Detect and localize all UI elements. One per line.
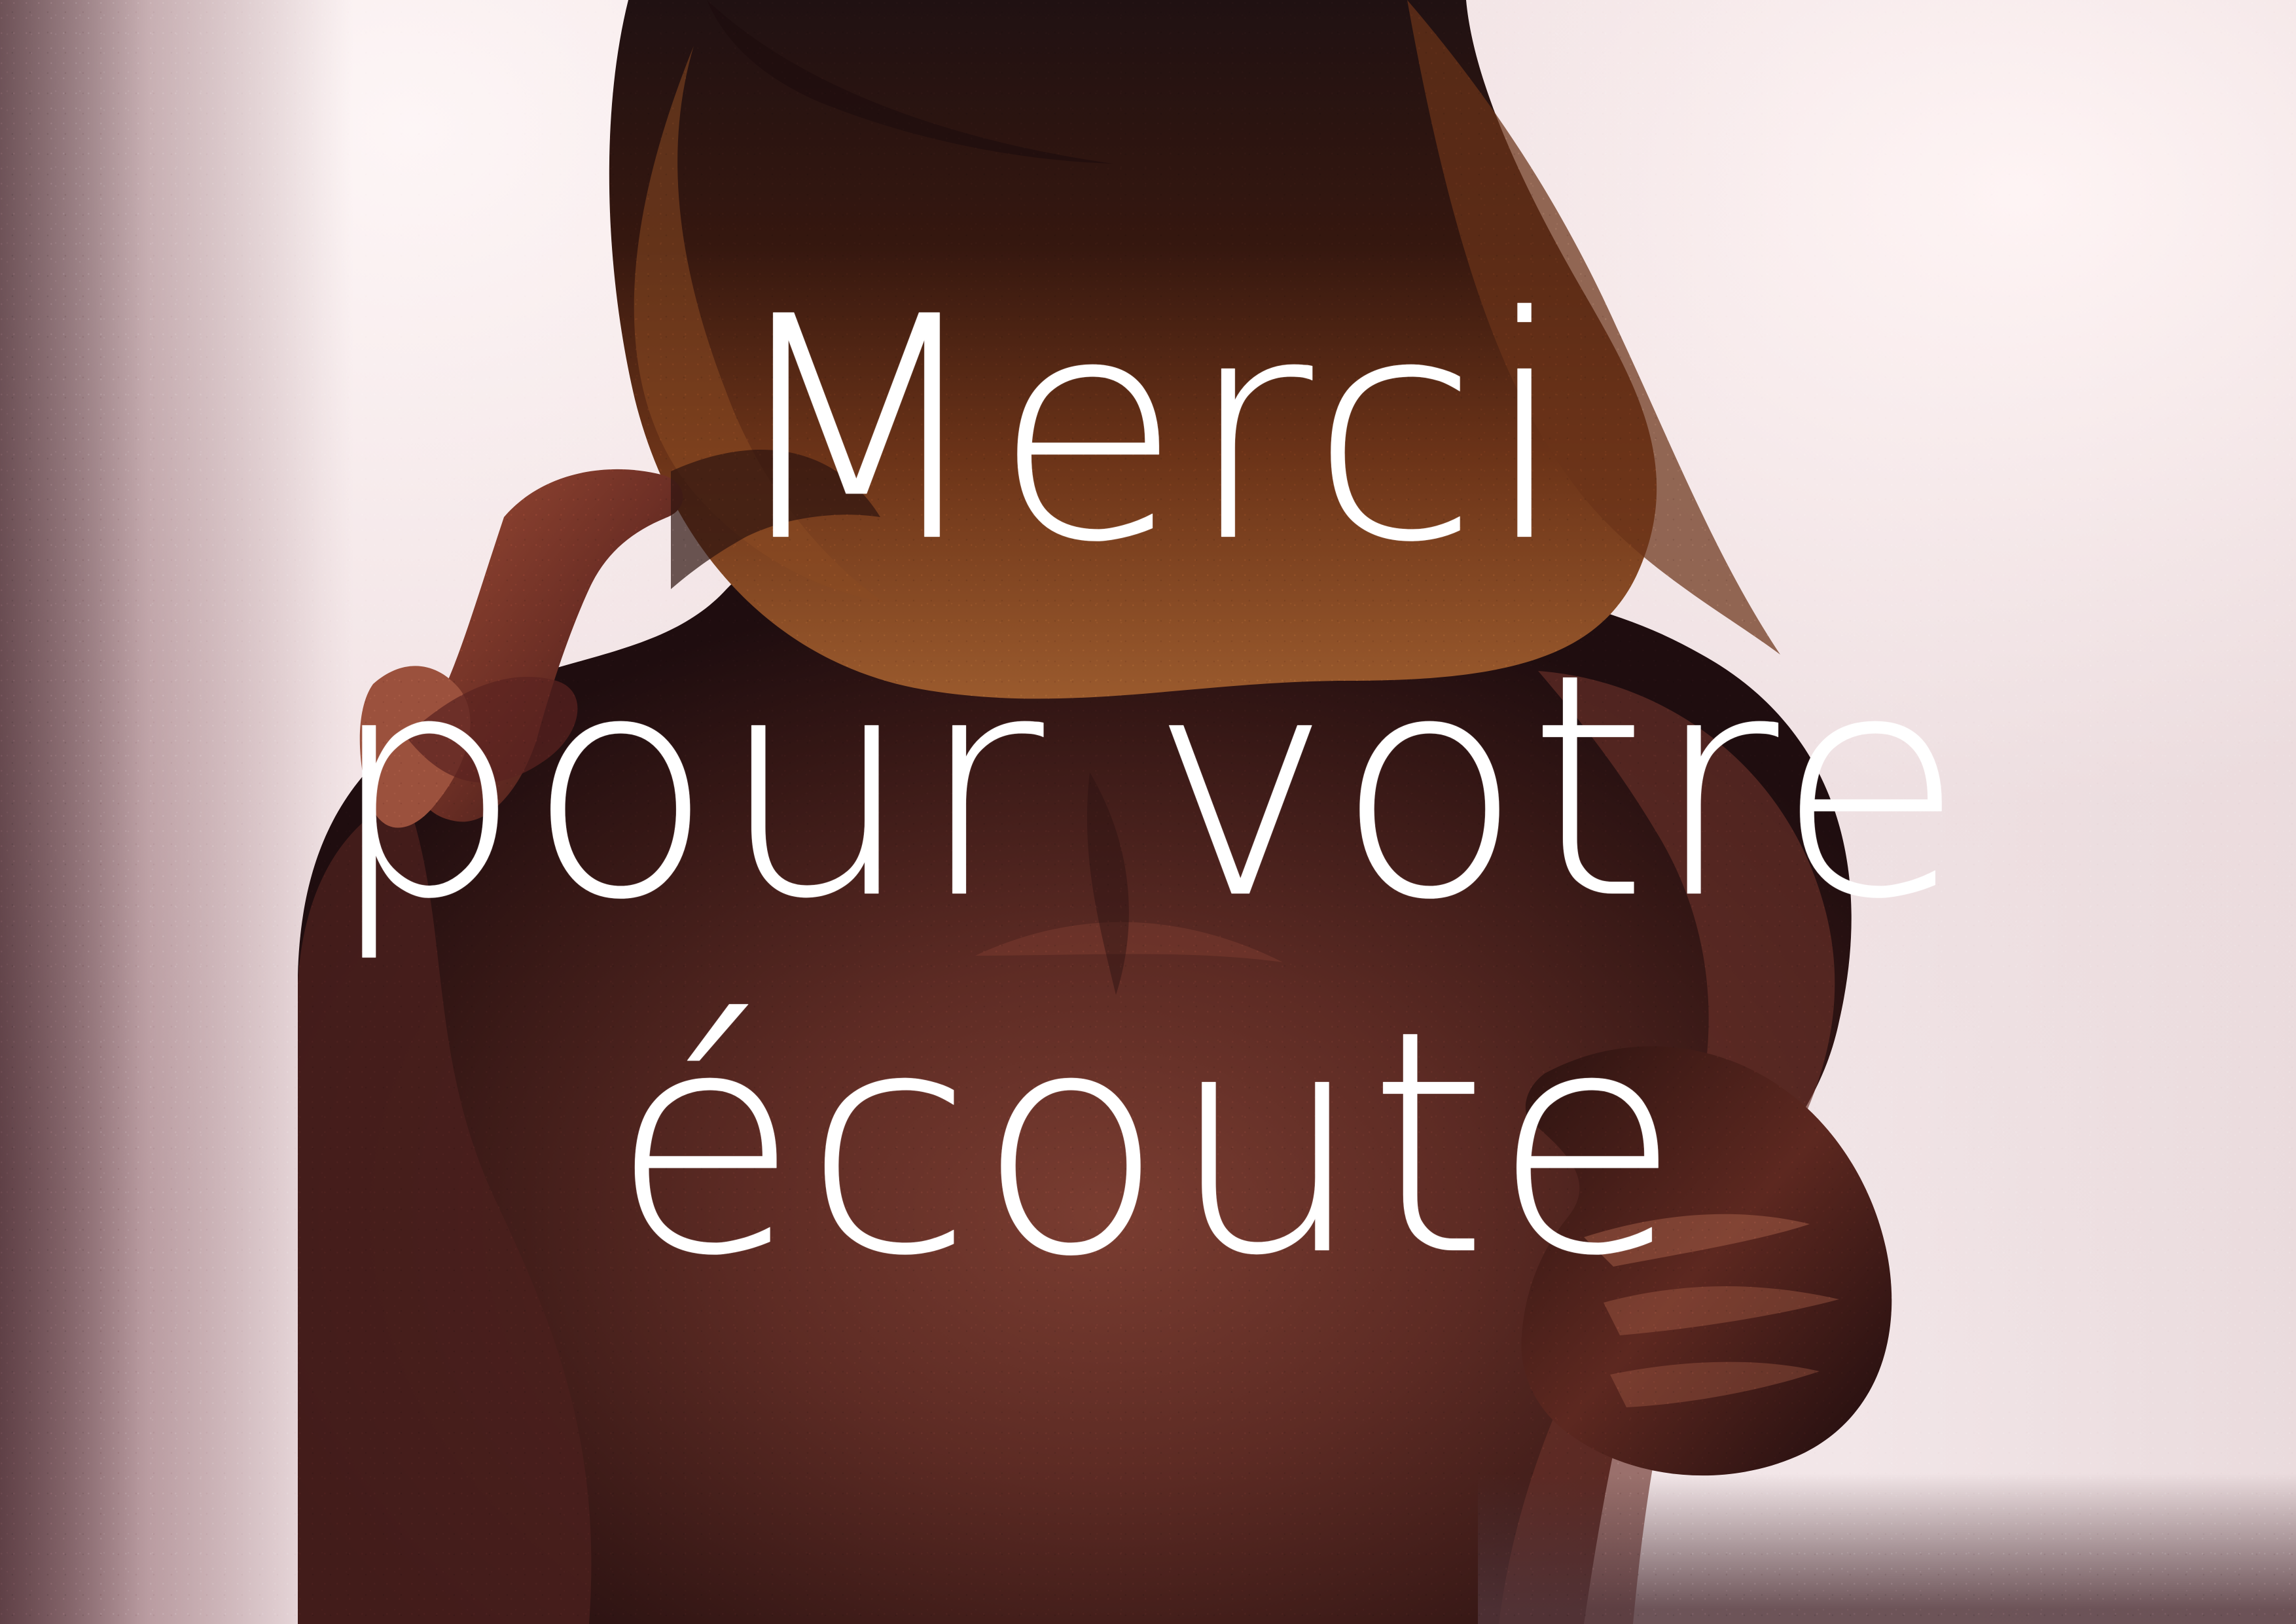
floor-shadow [1478,1473,2296,1624]
photo-canvas: Merci pour votre écoute [0,0,2296,1624]
figure-back-photo [298,0,1892,1624]
